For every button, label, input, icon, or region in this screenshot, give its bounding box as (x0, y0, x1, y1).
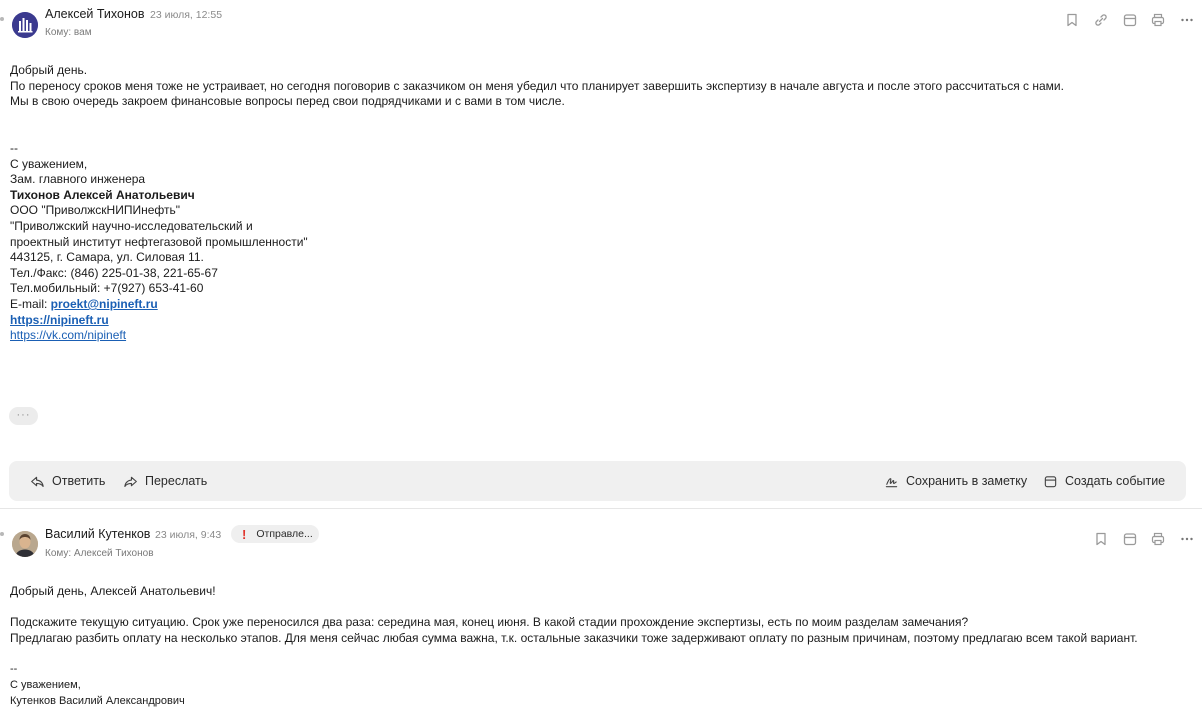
signature-separator: -- (10, 663, 18, 675)
status-badge-label: Отправле... (256, 528, 313, 540)
body-text: Мы в свою очередь закроем финансовые воп… (10, 94, 565, 109)
signature-institute: проектный институт нефтегазовой промышле… (10, 234, 308, 249)
vk-link[interactable]: https://vk.com/nipineft (10, 328, 308, 344)
create-event-label: Создать событие (1065, 474, 1166, 488)
signature-company: ООО "ПриволжскНИПИнефть" (10, 203, 180, 218)
create-event-button[interactable]: Создать событие (1043, 461, 1165, 501)
print-icon[interactable] (1149, 11, 1167, 29)
sender-name[interactable]: Василий Кутенков (45, 527, 150, 541)
signature-regards: С уважением, (10, 679, 81, 691)
calendar-icon (1044, 475, 1057, 487)
save-note-label: Сохранить в заметку (906, 474, 1028, 488)
recipient-line: Кому: Алексей Тихонов (45, 548, 154, 559)
message-body-paragraph: Подскажите текущую ситуацию. Срок уже пе… (10, 615, 1138, 646)
reply-label: Ответить (52, 474, 106, 488)
signature-address: 443125, г. Самара, ул. Силовая 11. (10, 250, 204, 265)
signature-mobile: Тел.мобильный: +7(927) 653-41-60 (10, 281, 204, 296)
more-icon[interactable] (1178, 11, 1196, 29)
body-text: По переносу сроков меня тоже не устраива… (10, 78, 1064, 93)
calendar-icon[interactable] (1121, 11, 1139, 29)
bookmark-icon[interactable] (1063, 11, 1081, 29)
avatar[interactable] (12, 531, 38, 557)
signature: -- С уважением, Кутенков Василий Алексан… (10, 661, 185, 709)
unread-dot (0, 17, 4, 21)
signature-name: Кутенков Василий Александрович (10, 695, 185, 707)
recipient-line: Кому: вам (45, 27, 92, 38)
reply-button[interactable]: Ответить (30, 461, 105, 501)
website-link[interactable]: https://nipineft.ru (10, 313, 308, 329)
forward-button[interactable]: Переслать (123, 461, 207, 501)
email-link[interactable]: proekt@nipineft.ru (51, 297, 158, 311)
unread-dot (0, 532, 4, 536)
status-badge[interactable]: ! Отправле... (231, 525, 319, 543)
message-2: Василий Кутенков 23 июля, 9:43 ! Отправл… (0, 509, 1202, 711)
message-1: Алексей Тихонов 23 июля, 12:55 Кому: вам… (0, 0, 1202, 506)
message-body: Добрый день, Алексей Анатольевич! (10, 584, 216, 600)
signature-pen-icon (885, 477, 898, 487)
body-greeting: Добрый день. (10, 63, 88, 77)
print-icon[interactable] (1149, 530, 1167, 548)
show-quoted-button[interactable]: ··· (9, 407, 38, 425)
avatar[interactable] (12, 12, 38, 38)
message-date: 23 июля, 12:55 (150, 9, 223, 21)
message-body: Добрый день. По переносу сроков меня тож… (10, 63, 1064, 110)
alert-icon: ! (242, 526, 247, 542)
save-note-button[interactable]: Сохранить в заметку (884, 461, 1027, 501)
signature-position: Зам. главного инженера (10, 172, 146, 187)
reply-icon (31, 476, 44, 487)
signature: -- С уважением, Зам. главного инженера Т… (10, 141, 308, 344)
signature-regards: С уважением, (10, 156, 88, 171)
signature-separator: -- (10, 141, 18, 155)
calendar-icon[interactable] (1121, 530, 1139, 548)
forward-label: Переслать (145, 474, 208, 488)
body-text: Подскажите текущую ситуацию. Срок уже пе… (10, 615, 969, 629)
company-logo-icon (12, 12, 38, 38)
message-date: 23 июля, 9:43 (155, 529, 222, 541)
signature-name: Тихонов Алексей Анатольевич (10, 187, 195, 202)
user-photo-icon (12, 531, 38, 557)
action-bar: Ответить Переслать Сохранить в заметку С… (9, 461, 1186, 501)
body-text: Предлагаю разбить оплату на несколько эт… (10, 630, 1138, 645)
link-icon[interactable] (1092, 11, 1110, 29)
bookmark-icon[interactable] (1092, 530, 1110, 548)
more-icon[interactable] (1178, 530, 1196, 548)
signature-phone: Тел./Факс: (846) 225-01-38, 221-65-67 (10, 265, 218, 280)
signature-email-line: E-mail: proekt@nipineft.ru (10, 297, 308, 313)
email-label: E-mail: (10, 296, 51, 311)
sender-name[interactable]: Алексей Тихонов (45, 7, 144, 21)
body-greeting: Добрый день, Алексей Анатольевич! (10, 584, 216, 598)
forward-icon (124, 476, 137, 487)
signature-institute: "Приволжский научно-исследовательский и (10, 218, 253, 233)
